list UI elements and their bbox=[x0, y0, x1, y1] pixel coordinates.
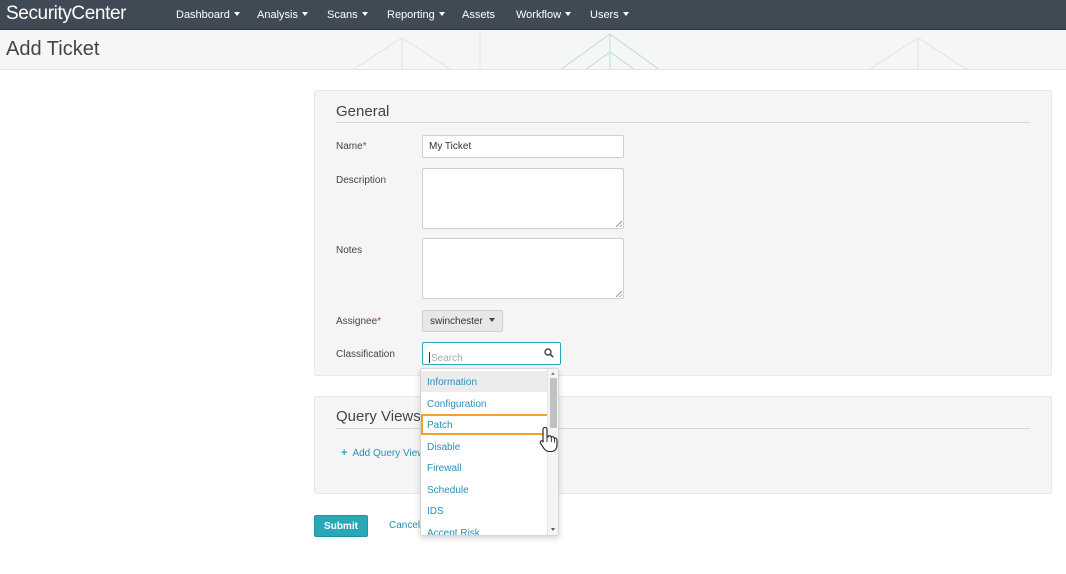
plus-icon: + bbox=[341, 447, 348, 459]
scroll-down-arrow-icon[interactable] bbox=[551, 528, 555, 531]
header-decoration bbox=[352, 30, 968, 69]
resize-grip-icon[interactable] bbox=[616, 221, 622, 227]
notes-label: Notes bbox=[336, 245, 363, 256]
search-icon[interactable] bbox=[544, 348, 554, 358]
resize-grip-icon[interactable] bbox=[616, 291, 622, 297]
caret-down-icon bbox=[438, 12, 445, 16]
nav-assets[interactable]: Assets bbox=[462, 9, 495, 21]
scroll-up-arrow-icon[interactable] bbox=[551, 372, 555, 375]
nav-workflow-label: Workflow bbox=[516, 9, 562, 21]
add-query-view-link[interactable]: + Add Query View bbox=[341, 447, 425, 459]
nav-users[interactable]: Users bbox=[590, 9, 629, 21]
description-label: Description bbox=[336, 175, 387, 186]
assignee-label-text: Assignee bbox=[336, 316, 378, 327]
nav-reporting-label: Reporting bbox=[387, 9, 435, 21]
nav-workflow[interactable]: Workflow bbox=[516, 9, 572, 21]
caret-down-icon bbox=[233, 12, 240, 16]
brand-logo[interactable]: SecurityCenter bbox=[6, 3, 126, 25]
nav-dashboard[interactable]: Dashboard bbox=[176, 9, 240, 21]
nav-dashboard-label: Dashboard bbox=[176, 9, 230, 21]
scrollbar-thumb[interactable] bbox=[550, 378, 557, 428]
name-input[interactable]: My Ticket bbox=[422, 135, 624, 158]
nav-users-label: Users bbox=[590, 9, 619, 21]
caret-down-icon bbox=[565, 12, 572, 16]
submit-button[interactable]: Submit bbox=[314, 515, 368, 537]
caret-down-icon bbox=[301, 12, 308, 16]
required-mark: * bbox=[377, 316, 382, 327]
nav-scans-label: Scans bbox=[327, 9, 358, 21]
option-firewall[interactable]: Firewall bbox=[421, 457, 549, 478]
nav-scans[interactable]: Scans bbox=[327, 9, 368, 21]
general-panel: General Name* My Ticket Description Note… bbox=[314, 90, 1052, 376]
description-textarea[interactable] bbox=[422, 168, 624, 229]
caret-down-icon bbox=[622, 12, 629, 16]
caret-down-icon bbox=[361, 12, 368, 16]
name-label-text: Name bbox=[336, 141, 363, 152]
notes-textarea[interactable] bbox=[422, 238, 624, 299]
general-divider bbox=[336, 122, 1030, 123]
caret-down-icon bbox=[488, 318, 495, 322]
option-configuration[interactable]: Configuration bbox=[421, 393, 549, 414]
nav-reporting[interactable]: Reporting bbox=[387, 9, 445, 21]
option-schedule[interactable]: Schedule bbox=[421, 479, 549, 500]
cancel-link[interactable]: Cancel bbox=[389, 520, 420, 531]
option-accept-risk[interactable]: Accept Risk bbox=[421, 522, 549, 535]
nav-assets-label: Assets bbox=[462, 9, 496, 21]
page-header: Add Ticket bbox=[0, 30, 1066, 70]
page-title: Add Ticket bbox=[6, 38, 100, 60]
general-title: General bbox=[336, 103, 390, 120]
classification-search-input[interactable]: Search bbox=[422, 342, 561, 365]
add-query-view-label: Add Query View bbox=[352, 448, 425, 459]
assignee-select[interactable]: swinchester bbox=[422, 310, 503, 332]
assignee-label: Assignee* bbox=[336, 316, 381, 327]
option-ids[interactable]: IDS bbox=[421, 500, 549, 521]
option-information[interactable]: Information bbox=[421, 371, 549, 392]
required-mark: * bbox=[362, 141, 367, 152]
name-label: Name* bbox=[336, 141, 367, 152]
assignee-value: swinchester bbox=[430, 316, 483, 327]
classification-label: Classification bbox=[336, 349, 395, 360]
nav-analysis[interactable]: Analysis bbox=[257, 9, 308, 21]
query-views-title: Query Views bbox=[336, 408, 421, 425]
search-placeholder: Search bbox=[431, 353, 463, 364]
hand-pointer-cursor-icon bbox=[539, 426, 558, 453]
text-cursor bbox=[429, 352, 430, 363]
option-disable[interactable]: Disable bbox=[421, 436, 549, 457]
top-navbar: SecurityCenter Dashboard Analysis Scans … bbox=[0, 0, 1066, 30]
nav-analysis-label: Analysis bbox=[257, 9, 298, 21]
option-patch[interactable]: Patch bbox=[421, 414, 549, 435]
